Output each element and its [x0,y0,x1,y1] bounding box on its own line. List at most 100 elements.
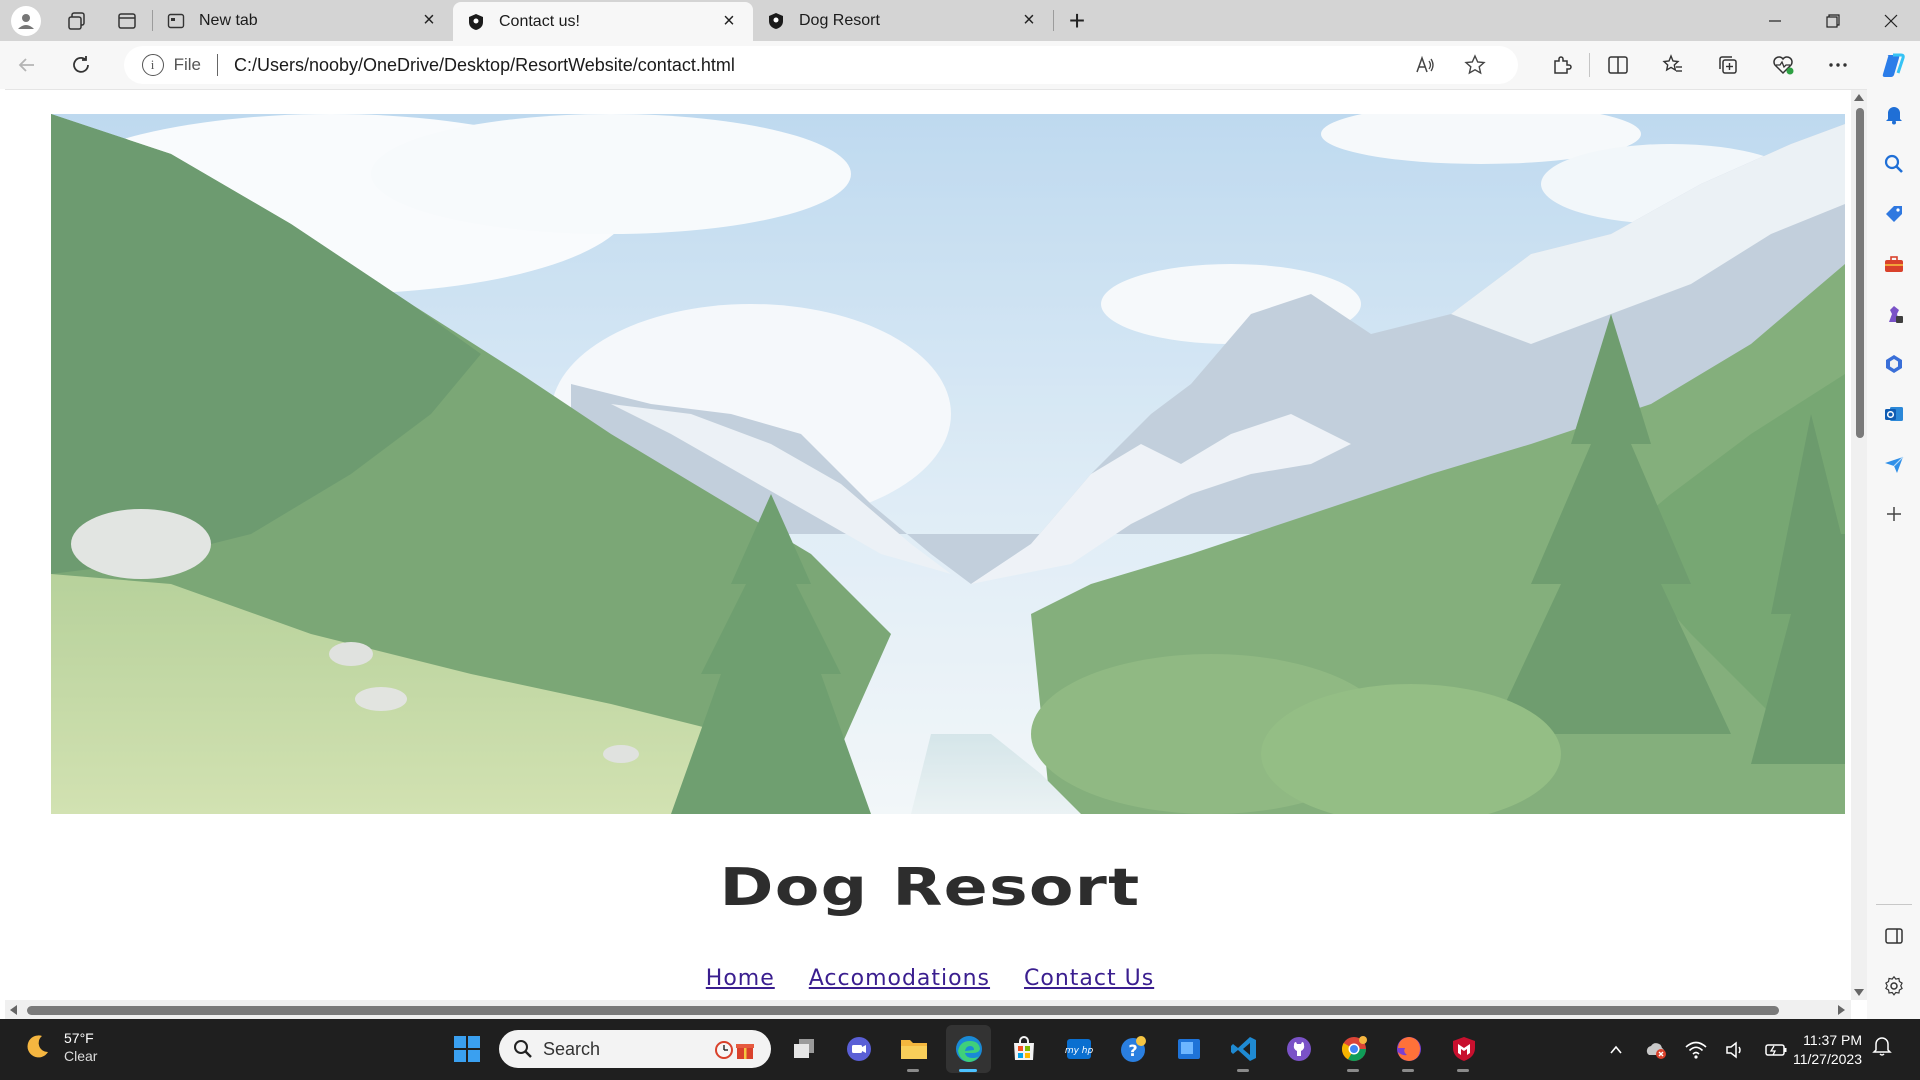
taskbar-apps: Search my hp ? [444,1025,1486,1073]
games-button[interactable] [1874,289,1914,339]
taskbar-chrome[interactable] [1331,1025,1376,1073]
sidebar-panel-icon [1884,928,1903,944]
scroll-up-arrow-icon[interactable] [1854,94,1864,101]
nav-link-contact-us[interactable]: Contact Us [1024,966,1154,991]
scroll-left-arrow-icon[interactable] [10,1005,17,1015]
tab-new-tab[interactable]: New tab × [153,0,453,41]
running-indicator [1237,1069,1249,1072]
refresh-button[interactable] [54,41,108,89]
close-icon[interactable]: × [719,10,739,32]
close-icon[interactable]: × [419,9,439,31]
microsoft-365-button[interactable] [1874,339,1914,389]
taskbar-vscode[interactable] [1221,1025,1266,1073]
favorites-icon [1661,54,1682,72]
nav-link-accomodations[interactable]: Accomodations [809,966,990,991]
drop-button[interactable] [1874,439,1914,489]
scroll-down-arrow-icon[interactable] [1854,989,1864,996]
bell-icon [1872,1037,1892,1056]
new-tab-button[interactable]: + [1054,0,1100,41]
add-sidebar-app-button[interactable] [1874,489,1914,539]
scroll-right-arrow-icon[interactable] [1838,1005,1845,1015]
outlook-button[interactable] [1874,389,1914,439]
tab-actions-button[interactable] [102,0,152,41]
sidebar-settings-button[interactable] [1874,961,1914,1011]
search-icon [514,1040,532,1058]
copilot-icon [1882,53,1905,77]
taskbar-file-explorer[interactable] [891,1025,936,1073]
split-screen-button[interactable] [1590,41,1645,89]
taskbar-firefox[interactable] [1386,1025,1431,1073]
tray-wifi[interactable] [1680,1034,1712,1066]
page-favicon-icon [467,13,485,31]
taskbar-mcafee[interactable] [1441,1025,1486,1073]
alarm-clock-gift-icon [715,1041,754,1059]
tab-contact-us[interactable]: Contact us! × [453,2,753,41]
settings-more-button[interactable] [1810,41,1865,89]
horizontal-scrollbar[interactable] [5,1000,1851,1019]
vscode-icon [1230,1037,1256,1061]
app-window-icon [1177,1039,1200,1059]
firefox-icon [1396,1037,1421,1061]
plus-icon: + [1068,4,1086,36]
window-controls [1746,0,1920,41]
taskbar-teams-chat[interactable] [836,1025,881,1073]
restore-button[interactable] [1804,0,1862,41]
hide-sidebar-button[interactable] [1874,911,1914,961]
url-text[interactable]: C:/Users/nooby/OneDrive/Desktop/ResortWe… [234,55,1400,76]
toolbox-icon [1884,256,1903,272]
extensions-button[interactable] [1534,41,1589,89]
copilot-button[interactable] [1865,41,1920,89]
nav-link-home[interactable]: Home [706,966,775,991]
shopping-button[interactable] [1874,189,1914,239]
taskbar-microsoft-store[interactable] [1001,1025,1046,1073]
taskbar-myhp[interactable]: my hp [1056,1025,1101,1073]
chess-piece-icon [1888,306,1903,323]
scroll-thumb[interactable] [1856,108,1864,438]
start-button[interactable] [444,1025,489,1073]
read-aloud-button[interactable] [1400,54,1450,76]
notification-center-button[interactable] [1872,1035,1892,1062]
weather-widget[interactable]: 57°F Clear [22,1029,97,1065]
moon-icon [27,1035,48,1058]
tab-title: Contact us! [499,12,580,30]
back-button[interactable] [0,41,54,89]
taskbar-edge[interactable] [946,1025,991,1073]
github-icon [1286,1037,1311,1061]
close-window-button[interactable] [1862,0,1920,41]
running-indicator [907,1069,919,1072]
tools-button[interactable] [1874,239,1914,289]
favorite-button[interactable] [1450,54,1500,76]
scroll-thumb[interactable] [27,1006,1779,1015]
tag-icon [1885,206,1902,222]
taskbar-clock[interactable]: 11:37 PM 11/27/2023 [1778,1031,1862,1069]
collections-button[interactable] [1700,41,1755,89]
close-icon[interactable]: × [1019,9,1039,31]
tray-volume[interactable] [1720,1034,1752,1066]
restore-icon [1826,13,1840,28]
taskbar-task-view[interactable] [781,1025,826,1073]
cloud-alert-icon [1646,1042,1666,1059]
taskbar-get-help[interactable]: ? [1111,1025,1156,1073]
outlook-icon [1884,407,1903,421]
taskbar: 57°F Clear Search my hp ? 11:37 PM 11/27… [0,1019,1920,1080]
profile-button[interactable] [0,0,52,41]
address-bar[interactable]: i File C:/Users/nooby/OneDrive/Desktop/R… [123,46,1518,84]
tray-security[interactable] [1640,1034,1672,1066]
taskbar-app-window[interactable] [1166,1025,1211,1073]
vertical-scrollbar[interactable] [1851,90,1867,1000]
show-hidden-icons-button[interactable] [1600,1034,1632,1066]
info-icon[interactable]: i [141,54,164,76]
hp-app-icon: my hp [1065,1039,1093,1059]
workspaces-button[interactable] [52,0,102,41]
taskbar-github-desktop[interactable] [1276,1025,1321,1073]
clock-time: 11:37 PM [1803,1032,1862,1048]
minimize-button[interactable] [1746,0,1804,41]
chevron-up-icon [1610,1045,1622,1054]
favorites-button[interactable] [1645,41,1700,89]
search-sidebar-button[interactable] [1874,139,1914,189]
taskbar-search[interactable]: Search [499,1030,771,1068]
tab-dog-resort[interactable]: Dog Resort × [753,0,1053,41]
notifications-button[interactable] [1874,89,1914,139]
task-view-icon [793,1039,814,1058]
browser-essentials-button[interactable] [1755,41,1810,89]
